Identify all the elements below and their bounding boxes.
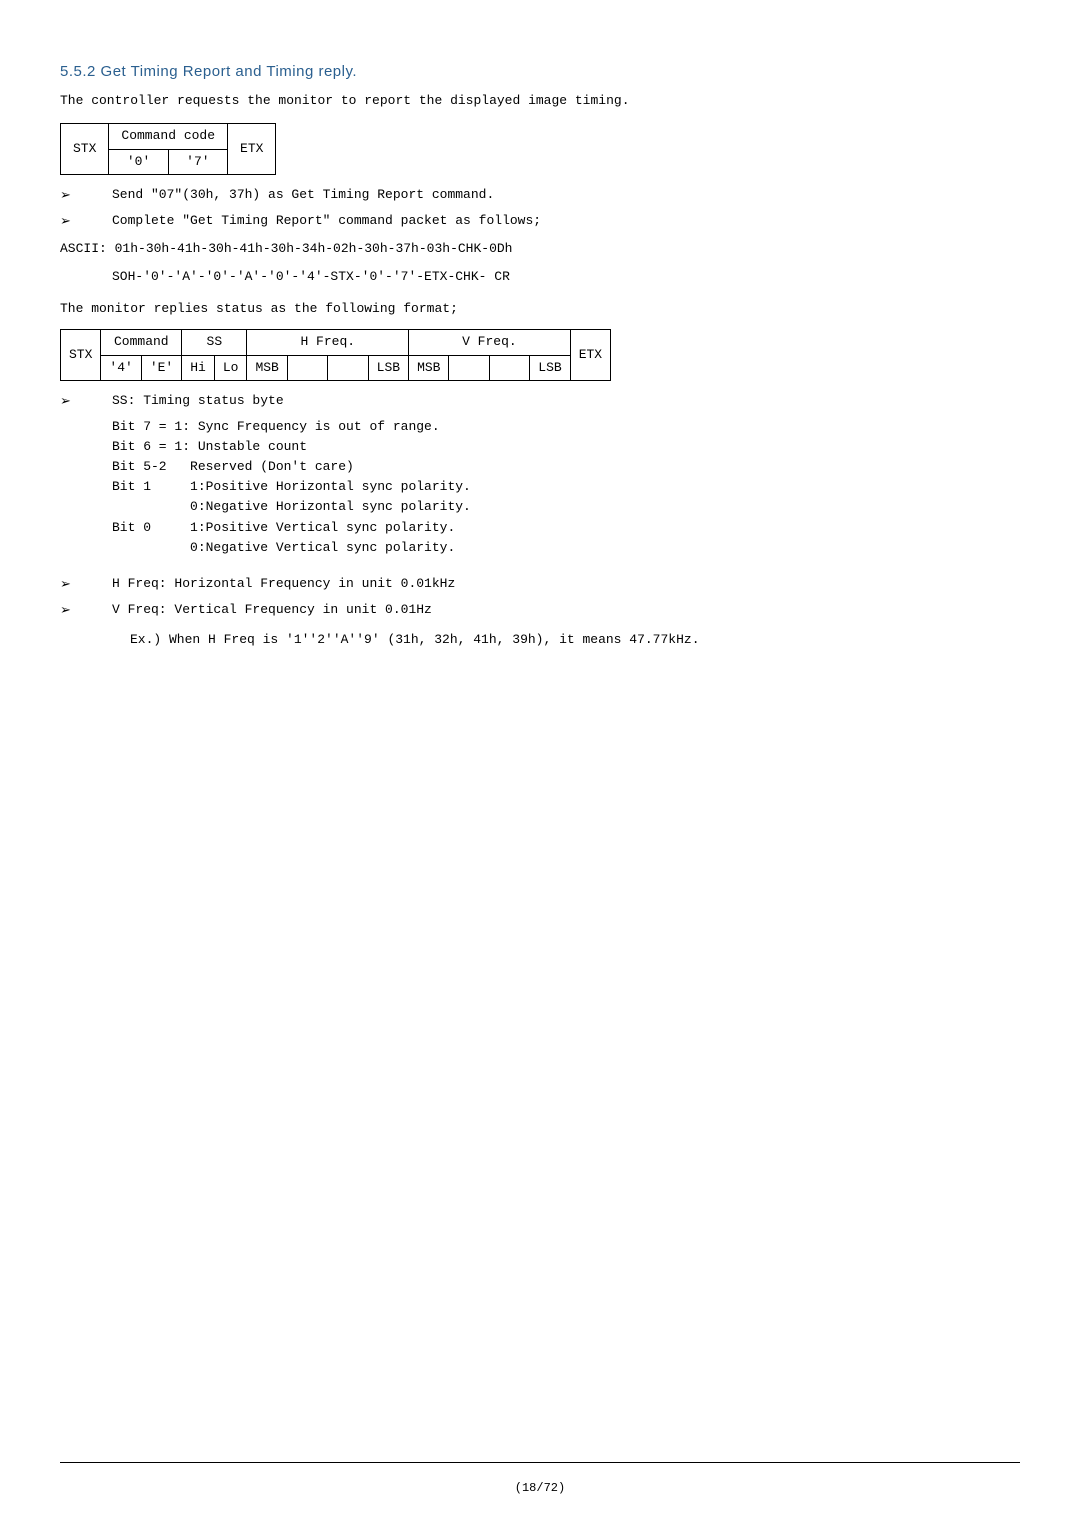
bit1a-line: Bit 1 1:Positive Horizontal sync polarit… (112, 477, 1020, 497)
intro-text: The controller requests the monitor to r… (60, 91, 1020, 111)
bullet1-text: Send "07"(30h, 37h) as Get Timing Report… (112, 185, 1020, 205)
bit7-line: Bit 7 = 1: Sync Frequency is out of rang… (112, 417, 1020, 437)
cell-stx: STX (61, 124, 109, 174)
reply-format-table: STX Command SS H Freq. V Freq. ETX '4' '… (60, 329, 611, 380)
cell-E: 'E' (141, 355, 181, 380)
cell-lsb2: LSB (530, 355, 570, 380)
cell-c0: '0' (109, 149, 168, 174)
cell-msb2: MSB (409, 355, 449, 380)
bullet-icon: ➢ (60, 211, 112, 231)
ascii-line: ASCII: 01h-30h-41h-30h-41h-30h-34h-02h-3… (60, 239, 1020, 259)
cell-hi: Hi (182, 355, 215, 380)
cell-4: '4' (101, 355, 141, 380)
cell-lsb1: LSB (368, 355, 408, 380)
bullet2-text: Complete "Get Timing Report" command pac… (112, 211, 1020, 231)
cell-vfreq: V Freq. (409, 330, 571, 355)
bullet-icon: ➢ (60, 574, 112, 594)
cell-cmd-header: Command code (109, 124, 228, 149)
bullet-icon: ➢ (60, 185, 112, 205)
bit52-line: Bit 5-2 Reserved (Don't care) (112, 457, 1020, 477)
cell-hf3 (328, 355, 368, 380)
cell-etx: ETX (228, 124, 276, 174)
ss-label: SS: Timing status byte (112, 391, 1020, 411)
cell-lo: Lo (214, 355, 247, 380)
bit0b-line: 0:Negative Vertical sync polarity. (112, 538, 1020, 558)
bullet-icon: ➢ (60, 600, 112, 620)
cell-msb1: MSB (247, 355, 287, 380)
page-footer: (18/72) (60, 1462, 1020, 1498)
cell-stx2: STX (61, 330, 101, 380)
cell-c7: '7' (168, 149, 227, 174)
vfreq-desc: V Freq: Vertical Frequency in unit 0.01H… (112, 600, 1020, 620)
soh-line: SOH-'0'-'A'-'0'-'A'-'0'-'4'-STX-'0'-'7'-… (112, 267, 1020, 287)
bit6-line: Bit 6 = 1: Unstable count (112, 437, 1020, 457)
cell-vf2 (449, 355, 489, 380)
bit0a-line: Bit 0 1:Positive Vertical sync polarity. (112, 518, 1020, 538)
cell-command: Command (101, 330, 182, 355)
bit1b-line: 0:Negative Horizontal sync polarity. (112, 497, 1020, 517)
example-line: Ex.) When H Freq is '1''2''A''9' (31h, 3… (130, 630, 1020, 650)
cell-ss: SS (182, 330, 247, 355)
reply-sentence: The monitor replies status as the follow… (60, 299, 1020, 319)
cell-vf3 (489, 355, 529, 380)
cell-etx2: ETX (570, 330, 610, 380)
command-code-table: STX Command code ETX '0' '7' (60, 123, 276, 174)
bullet-icon: ➢ (60, 391, 112, 411)
cell-hf2 (287, 355, 327, 380)
cell-hfreq: H Freq. (247, 330, 409, 355)
section-heading: 5.5.2 Get Timing Report and Timing reply… (60, 60, 1020, 83)
hfreq-desc: H Freq: Horizontal Frequency in unit 0.0… (112, 574, 1020, 594)
